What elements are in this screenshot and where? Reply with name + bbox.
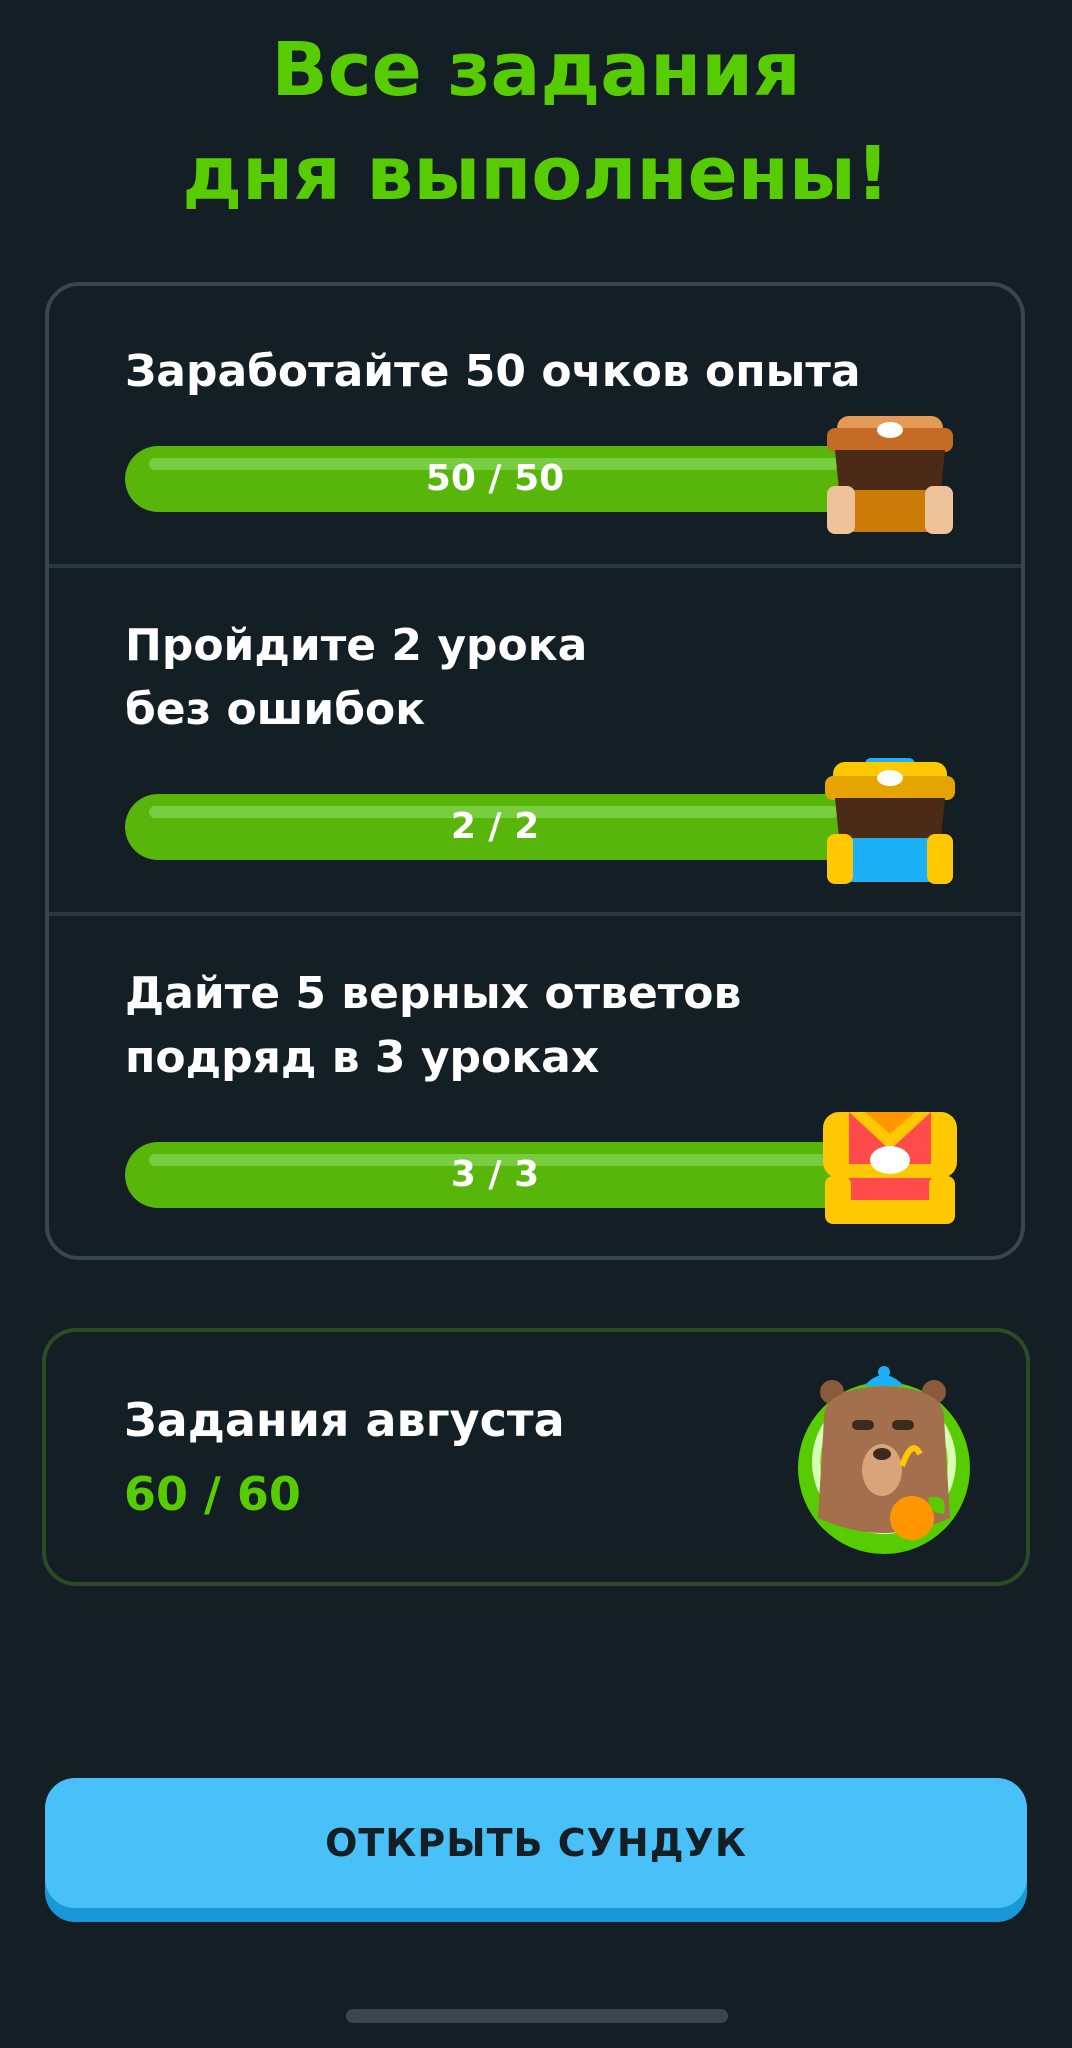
bear-badge-icon [798, 1366, 970, 1554]
quest-progress-bar: 3 / 3 [125, 1142, 865, 1208]
page-title: Все задания дня выполнены! [182, 27, 890, 217]
gold-chest-icon [825, 758, 955, 884]
monthly-challenge-count: 60 / 60 [124, 1467, 301, 1521]
quest-progress-bar: 2 / 2 [125, 794, 865, 860]
quest-text: Дайте 5 верных ответов подряд в 3 уроках [125, 968, 742, 1083]
quest-progress-bar: 50 / 50 [125, 446, 865, 512]
monthly-challenge-card[interactable]: Задания августа 60 / 60 [42, 1328, 1030, 1586]
daily-quests-card: Заработайте 50 очков опыта 50 / 50 Пройд… [45, 282, 1025, 1260]
bronze-chest-icon [827, 416, 953, 534]
quest-text: Пройдите 2 урока без ошибок [125, 620, 588, 735]
quest-text: Заработайте 50 очков опыта [125, 346, 861, 397]
home-indicator[interactable] [346, 2009, 728, 2023]
quest-item: Дайте 5 верных ответов подряд в 3 уроках… [49, 916, 1021, 1260]
open-chest-button[interactable]: ОТКРЫТЬ СУНДУК [45, 1778, 1027, 1908]
monthly-challenge-title: Задания августа [124, 1393, 565, 1447]
red-gold-chest-icon [823, 1112, 957, 1224]
daily-quests-complete-screen: Все задания дня выполнены! Заработайте 5… [0, 0, 1072, 2048]
quest-progress-label: 2 / 2 [450, 806, 540, 847]
quest-progress-label: 50 / 50 [425, 458, 565, 499]
quest-item: Пройдите 2 урока без ошибок 2 / 2 [49, 568, 1021, 912]
quest-progress-label: 3 / 3 [450, 1154, 540, 1195]
quest-item: Заработайте 50 очков опыта 50 / 50 [49, 286, 1021, 564]
